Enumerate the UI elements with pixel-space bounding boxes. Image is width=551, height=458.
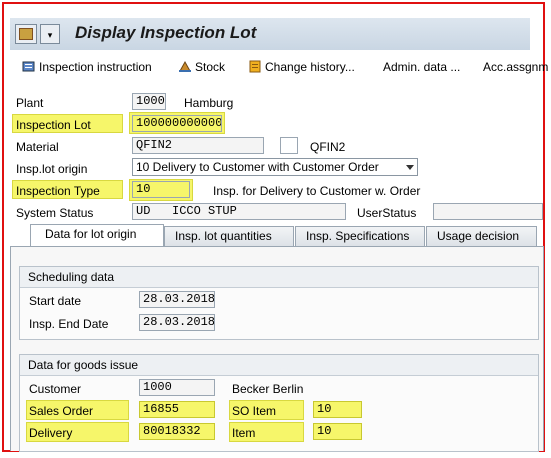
inspection-lot-label: Inspection Lot — [16, 118, 91, 132]
start-date-field[interactable]: 28.03.2018 — [139, 291, 215, 308]
chevron-down-icon[interactable]: ▾ — [40, 24, 60, 44]
system-status-field[interactable]: UD ICCO STUP — [132, 203, 346, 220]
delivery-label: Delivery — [29, 426, 73, 440]
change-history-button[interactable]: Change history... — [248, 60, 355, 74]
item-field[interactable]: 10 — [313, 423, 362, 440]
stock-button[interactable]: Stock — [178, 60, 225, 74]
item-label: Item — [232, 426, 256, 440]
so-item-field[interactable]: 10 — [313, 401, 362, 418]
acc-assignment-button[interactable]: Acc.assgnm — [483, 60, 548, 74]
user-status-field[interactable] — [433, 203, 543, 220]
insp-end-date-field[interactable]: 28.03.2018 — [139, 314, 215, 331]
customer-field[interactable]: 1000 — [139, 379, 215, 396]
inspection-type-label: Inspection Type — [16, 184, 100, 198]
tab-panel: Scheduling data Data for goods issue — [10, 246, 544, 452]
insp-end-date-label: Insp. End Date — [29, 317, 109, 331]
material-field[interactable]: QFIN2 — [132, 137, 264, 154]
plant-field[interactable]: 1000 — [132, 93, 166, 110]
goods-issue-title: Data for goods issue — [20, 355, 538, 376]
scheduling-data-title: Scheduling data — [20, 267, 538, 288]
plant-name: Hamburg — [184, 96, 234, 110]
system-status-label: System Status — [16, 206, 94, 220]
sales-order-label: Sales Order — [29, 404, 94, 418]
tab-usage-decision[interactable]: Usage decision — [426, 226, 537, 246]
transaction-icon[interactable] — [15, 24, 37, 44]
tab-insp-specifications[interactable]: Insp. Specifications — [295, 226, 425, 246]
inspection-lot-field[interactable]: 100000000000 — [132, 115, 222, 132]
material-checkbox[interactable] — [280, 137, 298, 154]
history-icon — [249, 60, 261, 73]
insp-lot-origin-select[interactable]: 10 Delivery to Customer with Customer Or… — [132, 158, 418, 176]
title-bar: ▾ Display Inspection Lot — [10, 18, 530, 50]
customer-name: Becker Berlin — [232, 382, 304, 396]
instruction-icon — [22, 61, 35, 72]
tab-strip: Data for lot origin Insp. lot quantities… — [10, 224, 544, 247]
delivery-field[interactable]: 80018332 — [139, 423, 215, 440]
inspection-type-description: Insp. for Delivery to Customer w. Order — [213, 184, 421, 198]
inspection-instruction-button[interactable]: Inspection instruction — [22, 60, 152, 74]
insp-lot-origin-label: Insp.lot origin — [16, 162, 88, 176]
application-toolbar: Inspection instruction Stock Change hist… — [10, 56, 548, 82]
start-date-label: Start date — [29, 294, 82, 308]
so-item-label: SO Item — [232, 404, 277, 418]
stock-icon — [179, 60, 191, 72]
inspection-type-field[interactable]: 10 — [132, 181, 190, 198]
customer-label: Customer — [29, 382, 82, 396]
chevron-down-icon[interactable] — [406, 165, 414, 170]
tab-data-for-lot-origin[interactable]: Data for lot origin — [30, 224, 164, 247]
material-label: Material — [16, 140, 59, 154]
tab-insp-lot-quantities[interactable]: Insp. lot quantities — [164, 226, 294, 246]
user-status-label: UserStatus — [357, 206, 417, 220]
page-title: Display Inspection Lot — [75, 23, 257, 42]
admin-data-button[interactable]: Admin. data ... — [383, 60, 460, 74]
insp-lot-origin-value: 10 Delivery to Customer with Customer Or… — [136, 160, 379, 174]
material-description: QFIN2 — [310, 140, 346, 154]
sales-order-field[interactable]: 16855 — [139, 401, 215, 418]
plant-label: Plant — [16, 96, 44, 110]
